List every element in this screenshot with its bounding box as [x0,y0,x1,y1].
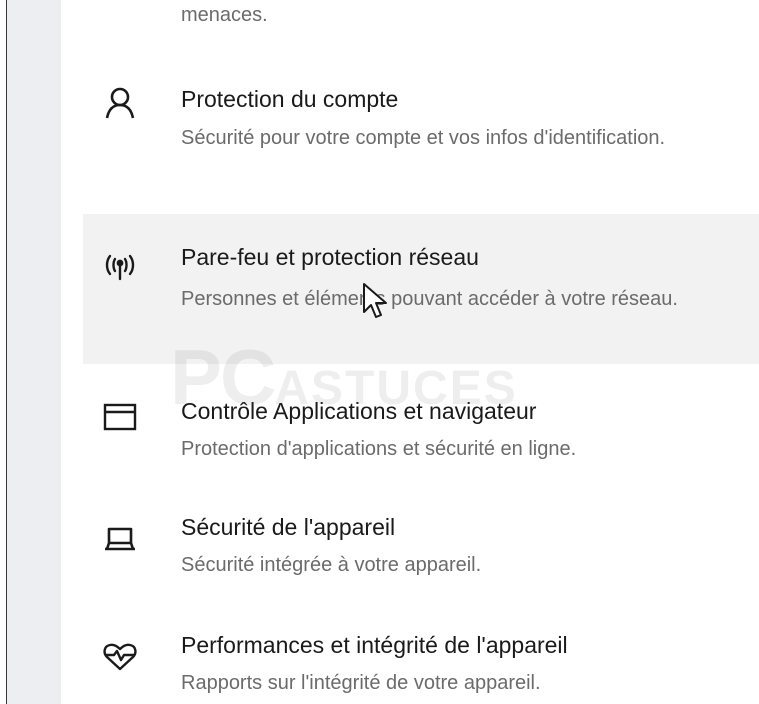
previous-item-description: menaces. [181,4,268,26]
list-item-device-security[interactable]: Sécurité de l'appareil Sécurité intégrée… [83,500,759,600]
item-description: Personnes et éléments pouvant accéder à … [181,288,678,310]
list-item-account-protection[interactable]: Protection du compte Sécurité pour votre… [83,72,759,202]
browser-window-icon [103,400,137,434]
navigation-pane-strip [7,0,61,704]
item-description: Sécurité intégrée à votre appareil. [181,554,482,576]
list-item-device-performance-health[interactable]: Performances et intégrité de l'appareil … [83,620,759,704]
item-description: Rapports sur l'intégrité de votre appare… [181,672,541,694]
laptop-icon [103,522,137,556]
item-title: Pare-feu et protection réseau [181,244,479,270]
item-title: Protection du compte [181,86,399,112]
item-title: Contrôle Applications et navigateur [181,398,537,424]
item-description: Sécurité pour votre compte et vos infos … [181,127,666,149]
item-title: Sécurité de l'appareil [181,514,396,540]
person-icon [103,86,137,120]
item-title: Performances et intégrité de l'appareil [181,632,568,658]
window-left-border [0,0,7,704]
antenna-icon [103,249,137,283]
mouse-cursor-icon [363,283,387,318]
heart-pulse-icon [103,640,137,674]
list-item-firewall[interactable]: Pare-feu et protection réseau Personnes … [83,214,759,364]
security-areas-list: menaces. Protection du compte Sécurité p… [61,0,759,704]
item-description: Protection d'applications et sécurité en… [181,438,577,460]
list-item-app-browser-control[interactable]: Contrôle Applications et navigateur Prot… [83,380,759,480]
